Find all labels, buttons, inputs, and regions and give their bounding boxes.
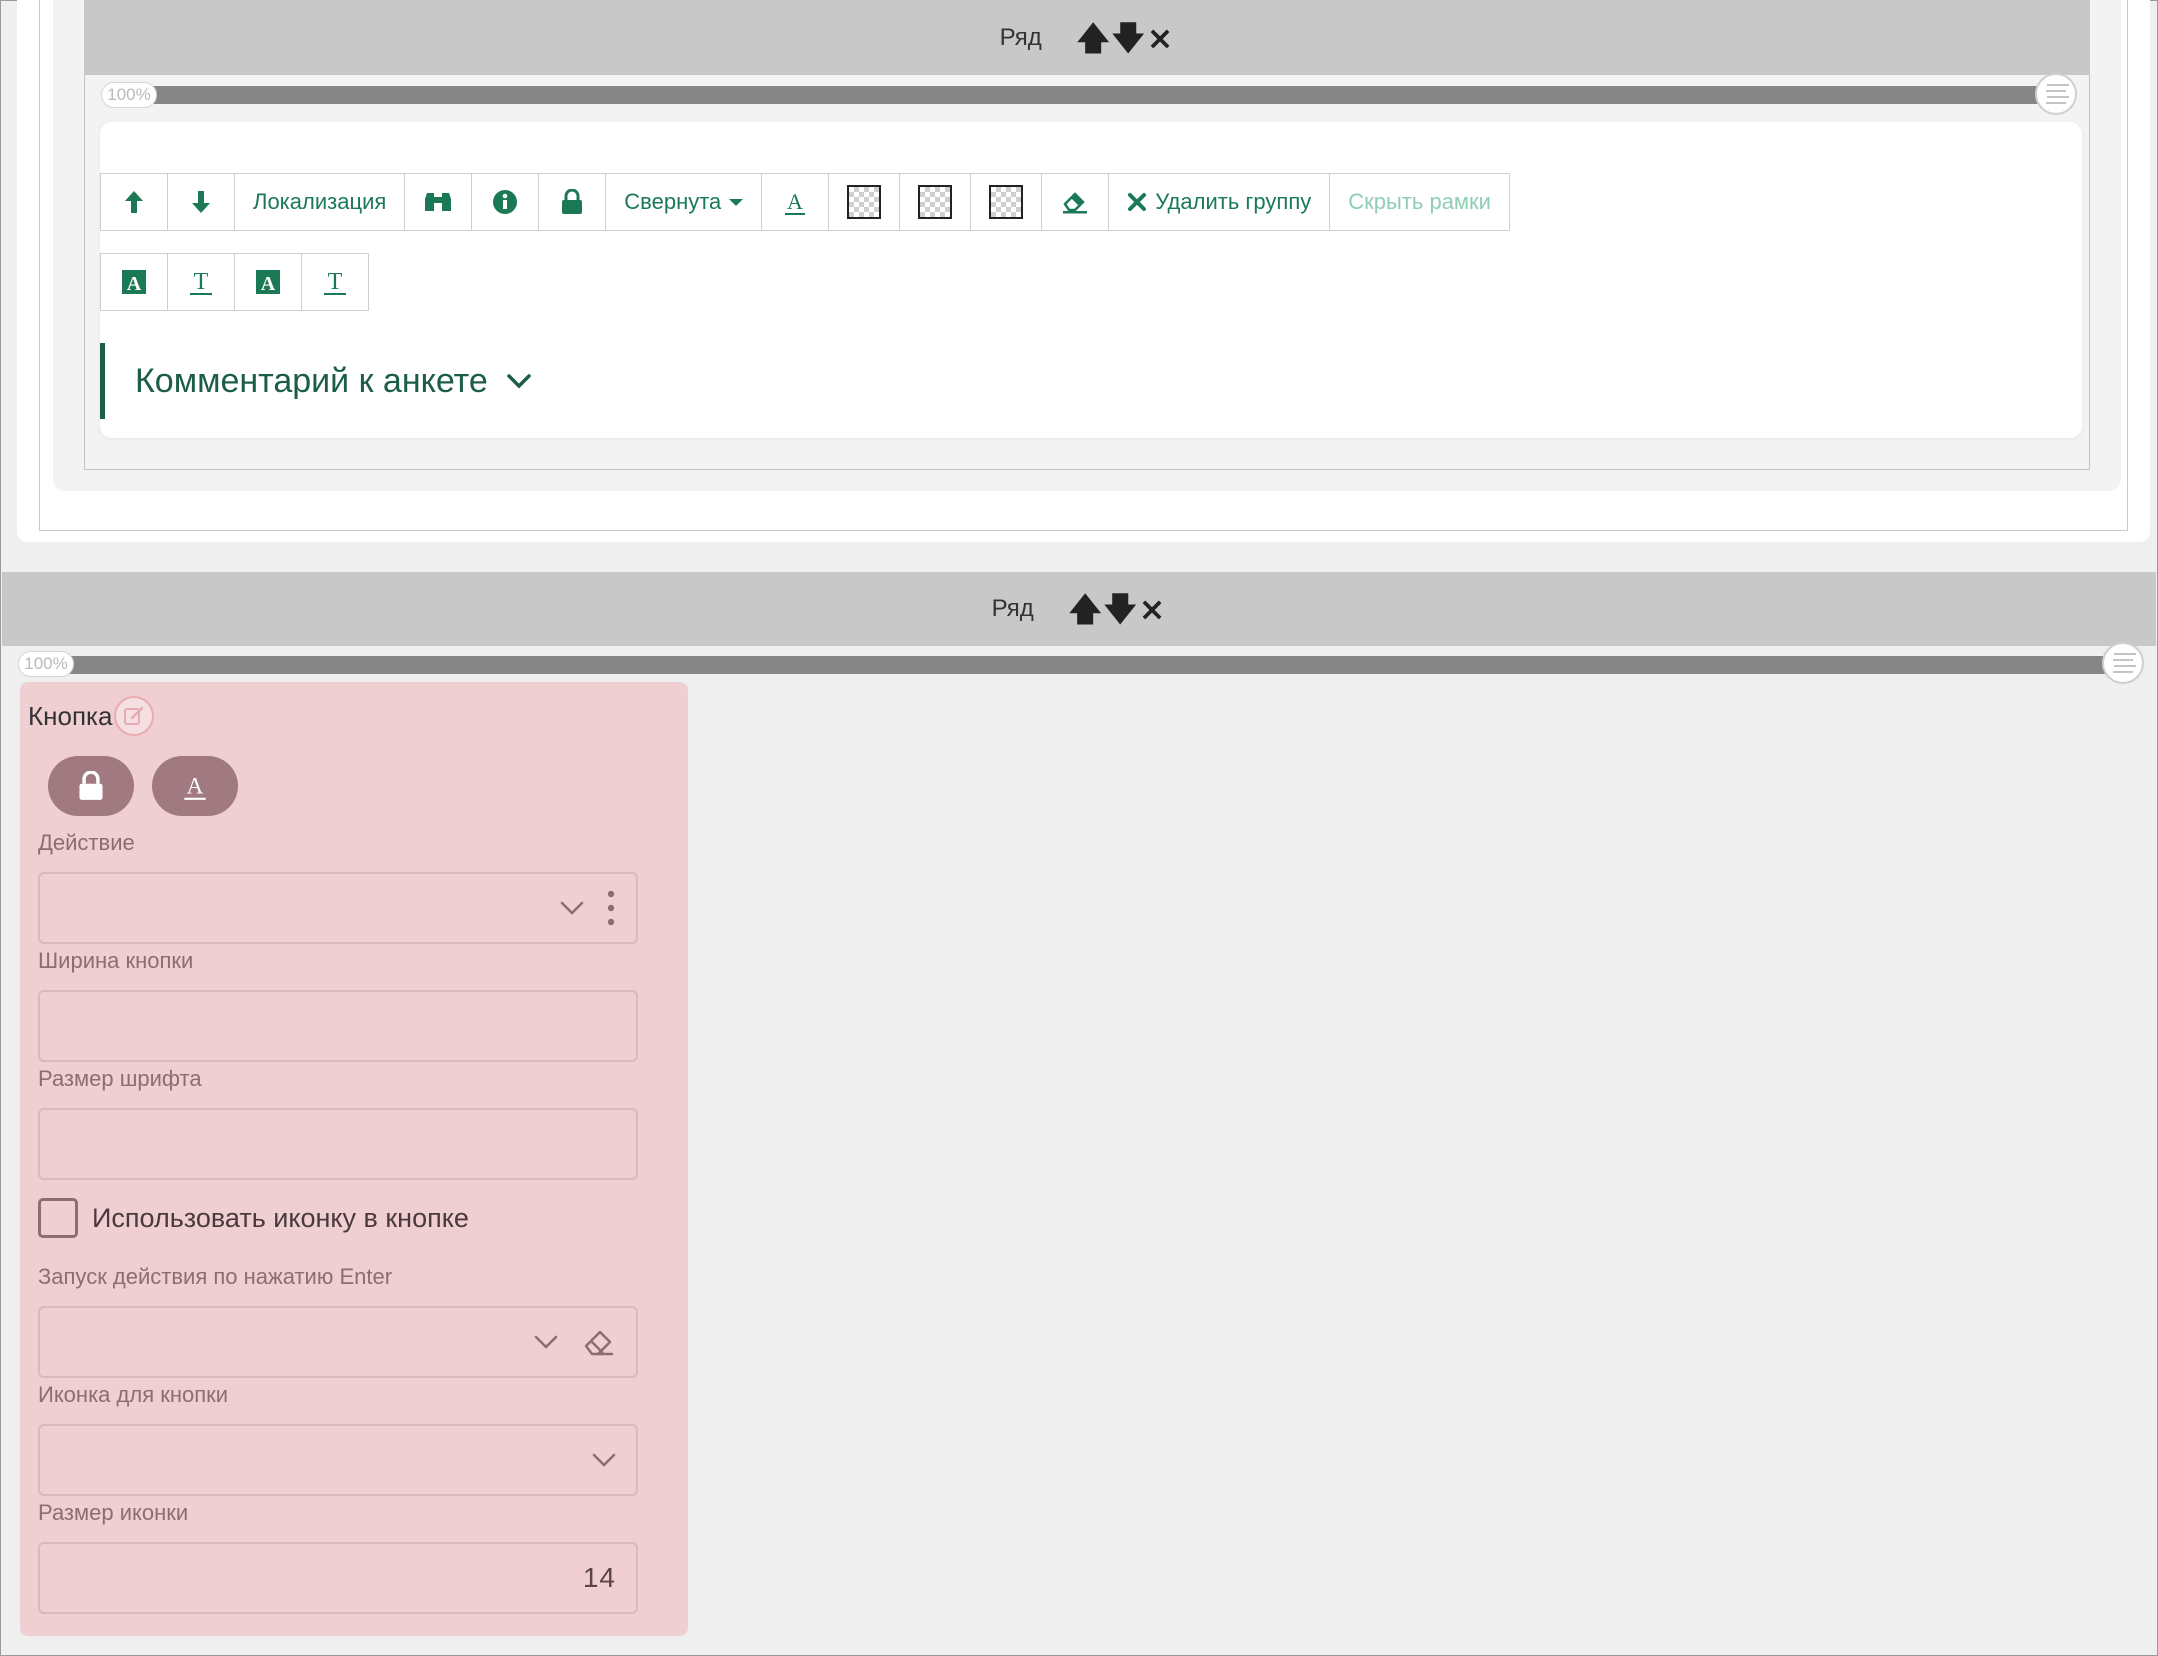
times-icon	[1128, 193, 1147, 211]
transparency-icon	[989, 185, 1024, 219]
transparency-icon	[918, 185, 953, 219]
font-size-input[interactable]	[38, 1108, 638, 1180]
text-color-button[interactable]: A	[761, 173, 830, 231]
lines-handle-icon[interactable]	[2102, 642, 2144, 684]
group-title-text: Комментарий к анкете	[135, 361, 488, 400]
lock-button[interactable]	[538, 173, 607, 231]
lock-pill-button[interactable]	[48, 756, 134, 816]
row-width-percent: 100%	[18, 651, 74, 677]
group-title[interactable]: Комментарий к анкете	[100, 343, 532, 419]
lines-handle-icon[interactable]	[2035, 73, 2077, 115]
button-widget[interactable]: Кнопка A Действие Ширина кнопки Размер ш…	[20, 682, 688, 1636]
text-format-icon: T	[190, 269, 212, 295]
row-width-bar[interactable]	[112, 86, 2054, 104]
content-text-style-button[interactable]: T	[301, 253, 369, 311]
edit-icon[interactable]	[114, 696, 155, 736]
row-label: Ряд	[991, 595, 1034, 622]
move-down-button[interactable]	[167, 173, 235, 231]
transparency-icon	[847, 185, 882, 219]
use-icon-checkbox-row[interactable]: Использовать иконку в кнопке	[38, 1198, 469, 1238]
enter-action-select[interactable]	[38, 1306, 638, 1378]
icon-size-label: Размер иконки	[38, 1500, 189, 1525]
arrow-down-icon	[192, 191, 210, 213]
text-color-pill-button[interactable]: A	[152, 756, 238, 816]
eraser-icon	[1063, 192, 1088, 214]
widget-title: Кнопка	[28, 696, 155, 736]
svg-text:A: A	[127, 273, 142, 295]
arrow-up-icon	[125, 191, 143, 213]
info-icon	[493, 190, 518, 214]
group-toolbar-row1: Локализация Свернута A Удалить группу Ск…	[100, 173, 1510, 231]
collapsed-dropdown[interactable]: Свернута	[605, 173, 763, 231]
use-icon-label: Использовать иконку в кнопке	[92, 1202, 469, 1233]
content-text-color-button[interactable]: A	[234, 253, 302, 311]
svg-text:T: T	[194, 269, 209, 295]
search-button[interactable]	[404, 173, 473, 231]
transparency-button-1[interactable]	[828, 173, 901, 231]
row-move-down-icon[interactable]: 🡇	[1104, 593, 1137, 625]
text-bg-color-icon: A	[122, 270, 146, 295]
move-up-button[interactable]	[100, 173, 168, 231]
lock-icon	[562, 189, 583, 214]
group-toolbar-row2: A T A T	[100, 253, 369, 311]
button-icon-select[interactable]	[38, 1424, 638, 1496]
font-size-label: Размер шрифта	[38, 1066, 202, 1091]
eraser-button[interactable]	[1041, 173, 1110, 231]
text-color-icon: A	[184, 773, 206, 800]
transparency-button-3[interactable]	[970, 173, 1043, 231]
icon-size-value: 14	[582, 1562, 616, 1593]
row-remove-icon[interactable]: ×	[1139, 593, 1166, 625]
button-width-input[interactable]	[38, 990, 638, 1062]
title-text-color-button[interactable]: A	[100, 253, 168, 311]
chevron-down-icon	[592, 1453, 616, 1467]
hide-frames-button[interactable]: Скрыть рамки	[1329, 173, 1510, 231]
row-move-up-icon[interactable]: 🡅	[1077, 22, 1110, 54]
use-icon-checkbox[interactable]	[38, 1198, 78, 1238]
transparency-button-2[interactable]	[899, 173, 972, 231]
row-remove-icon[interactable]: ×	[1147, 22, 1174, 54]
svg-text:A: A	[261, 273, 276, 295]
title-text-style-button[interactable]: T	[167, 253, 235, 311]
widget-title-text: Кнопка	[28, 700, 113, 731]
enter-action-label: Запуск действия по нажатию Enter	[38, 1264, 393, 1289]
row-header-top: Ряд 🡅 🡇 ×	[84, 0, 2090, 75]
chevron-down-icon	[506, 374, 531, 389]
button-icon-label: Иконка для кнопки	[38, 1382, 229, 1407]
text-bg-color-icon: A	[256, 270, 280, 295]
row-header-bottom: Ряд 🡅 🡇 ×	[2, 572, 2156, 646]
delete-group-button[interactable]: Удалить группу	[1108, 173, 1331, 231]
kebab-menu-icon[interactable]	[606, 889, 616, 927]
svg-text:A: A	[787, 189, 803, 214]
row-width-bar[interactable]	[30, 656, 2120, 674]
chevron-down-icon	[534, 1335, 558, 1349]
svg-text:T: T	[328, 269, 343, 295]
binoculars-icon	[425, 193, 452, 211]
icon-size-input[interactable]: 14	[38, 1542, 638, 1614]
collapsed-dropdown-label: Свернута	[624, 189, 722, 214]
chevron-down-icon	[560, 901, 584, 915]
caret-down-icon	[729, 198, 744, 206]
eraser-icon[interactable]	[580, 1324, 616, 1360]
text-color-icon: A	[785, 189, 806, 215]
svg-text:A: A	[187, 773, 204, 799]
localization-button[interactable]: Локализация	[234, 173, 406, 231]
text-format-icon: T	[324, 269, 346, 295]
row-move-up-icon[interactable]: 🡅	[1069, 593, 1102, 625]
lock-icon	[79, 771, 103, 800]
info-button[interactable]	[471, 173, 540, 231]
button-width-label: Ширина кнопки	[38, 948, 194, 973]
action-label: Действие	[38, 830, 135, 855]
row-move-down-icon[interactable]: 🡇	[1112, 22, 1145, 54]
delete-group-label: Удалить группу	[1155, 189, 1312, 214]
action-select[interactable]	[38, 872, 638, 944]
row-width-percent: 100%	[101, 82, 157, 108]
row-label: Ряд	[999, 23, 1042, 51]
